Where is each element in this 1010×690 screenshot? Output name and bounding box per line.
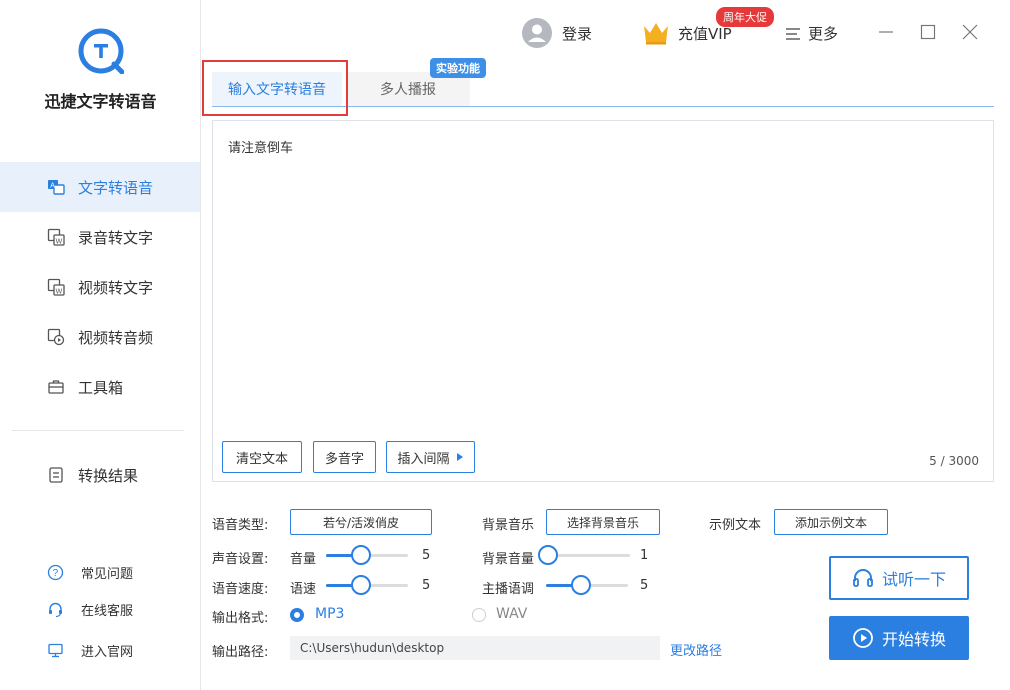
more-label: 更多	[808, 25, 839, 43]
sound-settings-label: 声音设置:	[212, 552, 269, 567]
format-mp3-radio[interactable]	[290, 608, 304, 622]
sidebar-item-label: 文字转语音	[78, 178, 154, 197]
crown-icon	[644, 23, 668, 45]
rate-value: 5	[422, 578, 431, 593]
voice-type-button[interactable]: 若兮/活泼俏皮	[290, 509, 432, 535]
play-circle-icon	[852, 627, 874, 649]
insert-pause-label: 插入间隔	[397, 451, 450, 467]
svg-text:A: A	[50, 183, 55, 190]
voice-type-label: 语音类型:	[212, 518, 269, 533]
bgm-label: 背景音乐	[482, 518, 535, 533]
caret-right-icon	[456, 453, 463, 461]
result-icon	[46, 465, 66, 485]
output-path-field[interactable]	[290, 636, 660, 660]
select-bgm-button[interactable]: 选择背景音乐	[546, 509, 660, 535]
sidebar-link-support[interactable]: 在线客服	[0, 594, 200, 624]
start-label: 开始转换	[881, 630, 946, 649]
slider-knob[interactable]	[538, 545, 558, 565]
char-count: 5 / 3000	[929, 454, 979, 468]
volume-slider[interactable]	[326, 545, 408, 565]
speed-label: 语音速度:	[212, 582, 269, 597]
bg-volume-label: 背景音量	[482, 552, 535, 567]
sidebar-item-label: 视频转音频	[78, 328, 154, 347]
more-button[interactable]: 更多	[786, 23, 838, 44]
change-path-link[interactable]: 更改路径	[670, 640, 722, 659]
pitch-value: 5	[640, 578, 649, 593]
sidebar-link-label: 进入官网	[81, 644, 134, 660]
clear-text-button[interactable]: 清空文本	[222, 441, 302, 473]
svg-text:W: W	[56, 288, 63, 295]
sidebar-item-video-to-text[interactable]: W 视频转文字	[0, 262, 200, 312]
listen-label: 试听一下	[881, 570, 946, 589]
svg-text:?: ?	[52, 568, 58, 579]
sidebar-item-text-to-speech[interactable]: A 文字转语音	[0, 162, 200, 212]
volume-label: 音量	[290, 552, 317, 567]
minimize-icon	[879, 31, 893, 33]
sidebar-link-website[interactable]: 进入官网	[0, 635, 200, 665]
help-icon: ?	[46, 563, 64, 581]
audio-to-text-icon: W	[46, 227, 66, 247]
video-to-audio-icon	[46, 327, 66, 347]
avatar-icon	[522, 18, 552, 48]
text-to-speech-icon: A	[46, 177, 66, 197]
polyphone-button[interactable]: 多音字	[313, 441, 376, 473]
login-label: 登录	[562, 24, 593, 43]
sidebar-divider	[12, 430, 184, 431]
close-icon	[962, 24, 978, 40]
toolbox-icon	[46, 377, 66, 397]
volume-value: 5	[422, 548, 431, 563]
start-convert-button[interactable]: 开始转换	[829, 616, 969, 660]
insert-pause-button[interactable]: 插入间隔	[386, 441, 475, 473]
minimize-button[interactable]	[876, 22, 896, 42]
sidebar-link-label: 在线客服	[81, 603, 134, 619]
text-editor[interactable]: 请注意倒车 清空文本 多音字 插入间隔 5 / 3000	[212, 120, 994, 482]
monitor-icon	[46, 641, 64, 659]
app-title: 迅捷文字转语音	[44, 92, 157, 111]
sample-text-label: 示例文本	[709, 518, 762, 533]
svg-text:W: W	[56, 238, 63, 245]
sidebar-item-label: 转换结果	[78, 466, 139, 485]
sidebar-link-label: 常见问题	[81, 566, 134, 582]
bg-volume-value: 1	[640, 548, 649, 563]
sidebar-item-video-to-audio[interactable]: 视频转音频	[0, 312, 200, 362]
format-mp3-label[interactable]: MP3	[315, 606, 344, 622]
sidebar-link-help[interactable]: ? 常见问题	[0, 557, 200, 587]
rate-slider[interactable]	[326, 575, 408, 595]
menu-icon	[786, 27, 800, 40]
listen-button[interactable]: 试听一下	[829, 556, 969, 600]
sidebar-item-label: 工具箱	[78, 378, 124, 397]
format-label: 输出格式:	[212, 611, 269, 626]
headphones-icon	[852, 567, 874, 589]
app-logo-icon	[78, 28, 124, 74]
rate-label: 语速	[290, 582, 317, 597]
tab-text-to-speech[interactable]: 输入文字转语音	[212, 72, 342, 106]
slider-knob[interactable]	[571, 575, 592, 595]
close-button[interactable]	[960, 22, 980, 42]
sidebar-item-toolbox[interactable]: 工具箱	[0, 362, 200, 412]
sidebar-item-label: 录音转文字	[78, 228, 154, 247]
add-sample-button[interactable]: 添加示例文本	[774, 509, 888, 535]
sidebar-item-label: 视频转文字	[78, 278, 154, 297]
sidebar: 迅捷文字转语音 A 文字转语音 W 录音转文字 W 视频转文字 视频转音频 工具…	[0, 0, 201, 690]
bg-volume-slider[interactable]	[538, 545, 630, 565]
format-wav-label[interactable]: WAV	[496, 606, 527, 622]
experimental-badge: 实验功能	[430, 58, 486, 78]
tab-underline	[212, 106, 994, 107]
sidebar-item-results[interactable]: 转换结果	[0, 450, 200, 500]
maximize-button[interactable]	[918, 22, 938, 42]
sidebar-item-audio-to-text[interactable]: W 录音转文字	[0, 212, 200, 262]
login-button[interactable]: 登录	[522, 18, 592, 48]
maximize-icon	[920, 24, 936, 40]
editor-text[interactable]: 请注意倒车	[228, 137, 293, 156]
video-to-text-icon: W	[46, 277, 66, 297]
pitch-slider[interactable]	[546, 575, 628, 595]
slider-knob[interactable]	[351, 575, 372, 595]
pitch-label: 主播语调	[482, 582, 535, 597]
format-wav-radio[interactable]	[472, 608, 486, 622]
slider-knob[interactable]	[351, 545, 372, 565]
path-label: 输出路径:	[212, 645, 269, 660]
promo-badge: 周年大促	[716, 7, 774, 27]
headset-icon	[46, 600, 64, 618]
